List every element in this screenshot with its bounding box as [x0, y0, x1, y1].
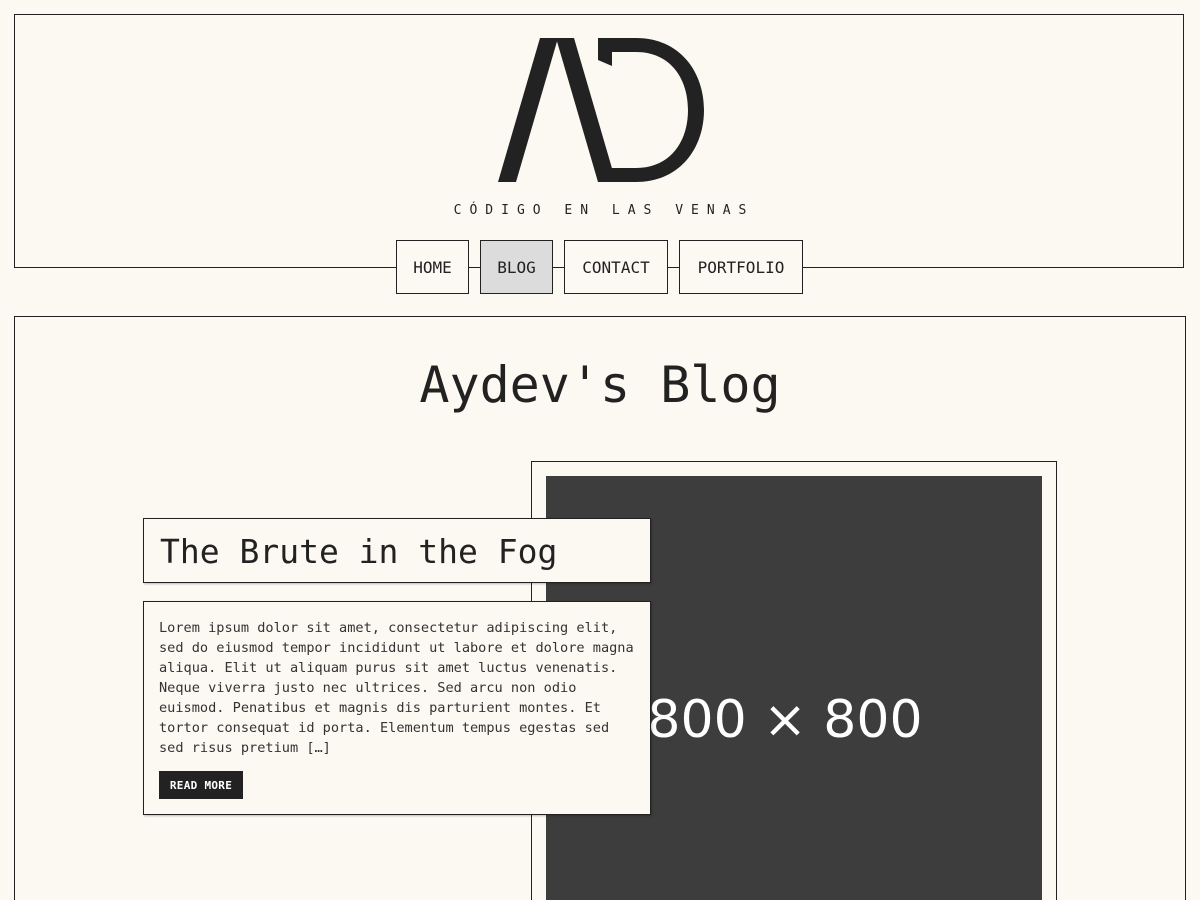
page-title: Aydev's Blog — [419, 356, 781, 414]
post-title[interactable]: The Brute in the Fog — [160, 532, 557, 571]
logo-glyph-d — [598, 38, 704, 182]
site-logo[interactable] — [496, 36, 706, 186]
post-excerpt-card: Lorem ipsum dolor sit amet, consectetur … — [143, 601, 651, 815]
nav-contact-button[interactable]: CONTACT — [564, 240, 668, 294]
nav-portfolio-button[interactable]: PORTFOLIO — [679, 240, 803, 294]
read-more-button[interactable]: READ MORE — [159, 771, 243, 799]
post-excerpt: Lorem ipsum dolor sit amet, consectetur … — [159, 620, 634, 756]
site-tagline: CÓDIGO EN LAS VENAS — [453, 203, 755, 218]
post-title-card: The Brute in the Fog — [143, 518, 651, 583]
nav-home-button[interactable]: HOME — [396, 240, 469, 294]
nav-blog-button[interactable]: BLOG — [480, 240, 553, 294]
